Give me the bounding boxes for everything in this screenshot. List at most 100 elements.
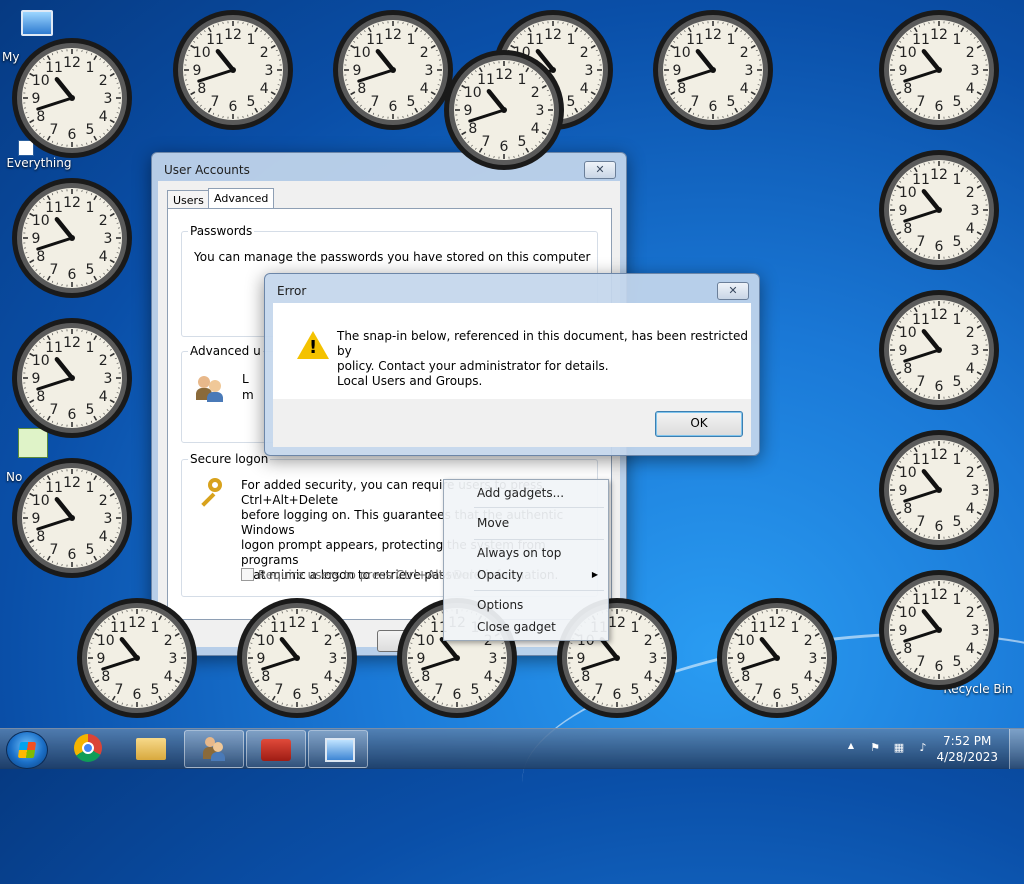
svg-text:5: 5 xyxy=(953,514,962,530)
svg-text:11: 11 xyxy=(912,32,930,48)
svg-text:11: 11 xyxy=(45,480,63,496)
svg-text:9: 9 xyxy=(899,623,908,639)
svg-text:1: 1 xyxy=(953,32,962,48)
svg-text:4: 4 xyxy=(740,81,749,97)
svg-text:5: 5 xyxy=(86,262,95,278)
clock-gadget[interactable]: 121234567891011 xyxy=(651,8,775,132)
svg-text:12: 12 xyxy=(930,307,948,323)
svg-text:12: 12 xyxy=(768,615,786,631)
error-dialog: Error ✕ ! The snap-in below, referenced … xyxy=(264,273,760,456)
clock-gadget[interactable]: 121234567891011 xyxy=(10,316,134,440)
tab-advanced[interactable]: Advanced xyxy=(208,188,274,208)
svg-text:9: 9 xyxy=(257,651,266,667)
warning-exclamation: ! xyxy=(309,337,317,358)
show-hidden-icons-button[interactable]: ▲ xyxy=(844,741,858,755)
menu-item-add-gadgets[interactable]: Add gadgets... xyxy=(477,486,564,500)
svg-text:2: 2 xyxy=(99,353,108,369)
tray-time: 7:52 PM xyxy=(936,733,998,749)
svg-text:7: 7 xyxy=(595,682,604,698)
clock-gadget[interactable]: 121234567891011 xyxy=(877,148,1001,272)
advanced-text-line: m xyxy=(242,388,254,402)
svg-text:12: 12 xyxy=(63,475,81,491)
clock-gadget[interactable]: 121234567891011 xyxy=(877,288,1001,412)
show-desktop-button[interactable] xyxy=(1009,729,1024,769)
svg-text:8: 8 xyxy=(357,81,366,97)
taskbar-file-explorer[interactable] xyxy=(122,730,180,766)
clock-gadget[interactable]: 121234567891011 xyxy=(877,568,1001,692)
svg-text:6: 6 xyxy=(613,687,622,703)
network-icon[interactable]: ▦ xyxy=(892,741,906,755)
toolbox-icon xyxy=(261,739,291,761)
clock-tray[interactable]: 7:52 PM 4/28/2023 xyxy=(936,733,998,765)
ok-button[interactable]: OK xyxy=(655,411,743,437)
clock-gadget[interactable]: 121234567891011 xyxy=(10,36,134,160)
volume-muted-icon[interactable]: ♪ xyxy=(916,741,930,755)
taskbar-chrome[interactable] xyxy=(60,730,118,766)
svg-text:11: 11 xyxy=(912,172,930,188)
svg-text:3: 3 xyxy=(971,203,980,219)
svg-text:7: 7 xyxy=(435,682,444,698)
menu-item-move[interactable]: Move xyxy=(477,516,509,530)
svg-text:2: 2 xyxy=(740,45,749,61)
menu-item-options[interactable]: Options xyxy=(477,598,523,612)
svg-text:7: 7 xyxy=(917,654,926,670)
svg-text:9: 9 xyxy=(417,651,426,667)
taskbar-user-accounts[interactable] xyxy=(184,730,244,768)
svg-text:1: 1 xyxy=(631,620,640,636)
action-center-icon[interactable]: ⚑ xyxy=(868,741,882,755)
clock-gadget[interactable]: 121234567891011 xyxy=(877,428,1001,552)
svg-text:4: 4 xyxy=(484,669,493,685)
clock-gadget[interactable]: 121234567891011 xyxy=(10,176,134,300)
svg-text:6: 6 xyxy=(293,687,302,703)
close-button[interactable]: ✕ xyxy=(717,282,749,300)
menu-item-opacity[interactable]: Opacity xyxy=(477,568,523,582)
svg-text:3: 3 xyxy=(971,343,980,359)
svg-text:5: 5 xyxy=(247,94,256,110)
close-button[interactable]: ✕ xyxy=(584,161,616,179)
svg-text:11: 11 xyxy=(45,60,63,76)
svg-text:7: 7 xyxy=(917,94,926,110)
svg-text:12: 12 xyxy=(930,447,948,463)
svg-text:4: 4 xyxy=(164,669,173,685)
svg-text:4: 4 xyxy=(260,81,269,97)
svg-text:5: 5 xyxy=(86,542,95,558)
svg-text:8: 8 xyxy=(421,669,430,685)
clock-gadget[interactable]: 121234567891011 xyxy=(715,596,839,720)
tray-date: 4/28/2023 xyxy=(936,749,998,765)
svg-text:5: 5 xyxy=(953,654,962,670)
checkbox-box[interactable] xyxy=(241,568,254,581)
clock-gadget[interactable]: 121234567891011 xyxy=(442,48,566,172)
start-button[interactable] xyxy=(6,731,48,769)
taskbar-remote-desktop[interactable] xyxy=(308,730,368,768)
menu-item-always-on-top[interactable]: Always on top xyxy=(477,546,561,560)
clock-gadget[interactable]: 121234567891011 xyxy=(10,456,134,580)
svg-text:11: 11 xyxy=(477,72,495,88)
clock-gadget[interactable]: 121234567891011 xyxy=(171,8,295,132)
svg-text:4: 4 xyxy=(644,669,653,685)
clock-gadget[interactable]: 121234567891011 xyxy=(75,596,199,720)
svg-text:1: 1 xyxy=(86,200,95,216)
svg-text:3: 3 xyxy=(489,651,498,667)
svg-text:3: 3 xyxy=(971,63,980,79)
svg-text:7: 7 xyxy=(275,682,284,698)
svg-text:5: 5 xyxy=(727,94,736,110)
svg-text:9: 9 xyxy=(97,651,106,667)
svg-text:12: 12 xyxy=(930,167,948,183)
clock-gadget[interactable]: 121234567891011 xyxy=(877,8,1001,132)
taskbar-toolbox[interactable] xyxy=(246,730,306,768)
remote-desktop-icon xyxy=(325,738,355,762)
svg-text:12: 12 xyxy=(63,195,81,211)
svg-text:7: 7 xyxy=(50,262,59,278)
group-heading: Passwords xyxy=(188,224,254,238)
clock-gadget[interactable]: 121234567891011 xyxy=(331,8,455,132)
svg-text:12: 12 xyxy=(704,27,722,43)
tab-users[interactable]: Users xyxy=(167,190,210,210)
svg-text:1: 1 xyxy=(86,480,95,496)
svg-text:7: 7 xyxy=(917,234,926,250)
menu-item-close-gadget[interactable]: Close gadget xyxy=(477,620,556,634)
svg-text:2: 2 xyxy=(644,633,653,649)
svg-text:11: 11 xyxy=(526,32,544,48)
svg-text:8: 8 xyxy=(903,221,912,237)
svg-text:12: 12 xyxy=(224,27,242,43)
clock-gadget[interactable]: 121234567891011 xyxy=(235,596,359,720)
